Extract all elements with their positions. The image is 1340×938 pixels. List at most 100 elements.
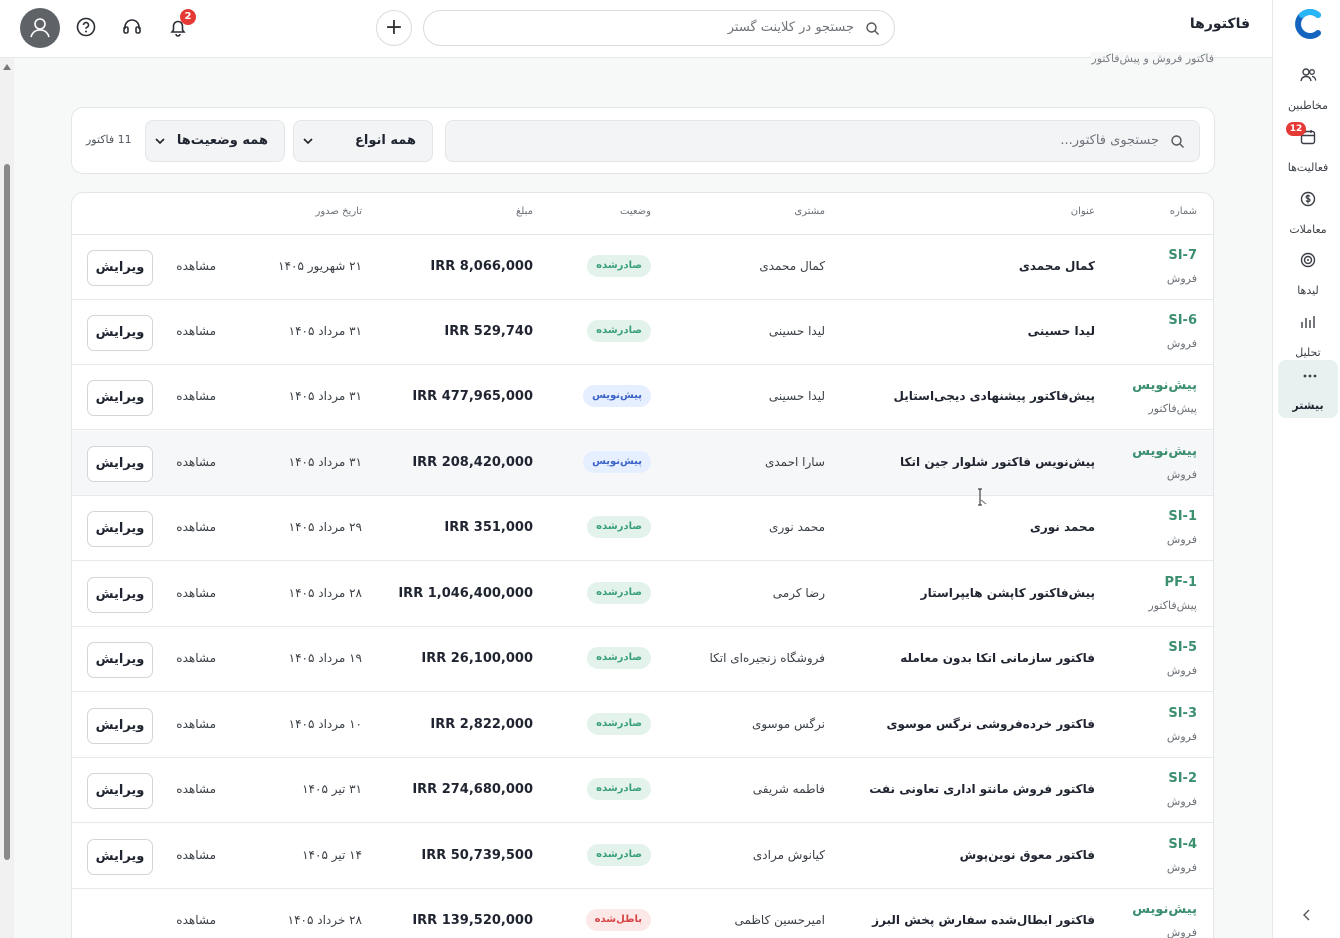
- view-link[interactable]: مشاهده: [176, 717, 216, 731]
- table-row[interactable]: SI-1 فروش محمد نوری محمد نوری صادرشده IR…: [72, 496, 1213, 561]
- edit-button[interactable]: ویرایش: [87, 708, 153, 744]
- invoice-type: فروش: [1166, 795, 1197, 808]
- chevron-down-icon: [155, 138, 165, 145]
- table-row[interactable]: پیش‌نویس پیش‌فاکتور پیش‌فاکتور پیشنهادی …: [72, 365, 1213, 430]
- invoice-title[interactable]: پیش‌نویس فاکتور شلوار جین اتکا: [900, 455, 1095, 469]
- invoice-date: ۲۸ خرداد ۱۴۰۵: [287, 913, 362, 927]
- edit-button[interactable]: ویرایش: [87, 577, 153, 613]
- chevron-left-icon[interactable]: [1300, 908, 1314, 922]
- top-bar: 2 + جستجو در کلاینت گستر فاکتورها: [0, 0, 1272, 58]
- status-select[interactable]: همه وضعیت‌ها: [145, 120, 285, 162]
- table-row[interactable]: SI-2 فروش فاکتور فروش مانتو اداری تعاونی…: [72, 758, 1213, 823]
- page-scrollbar[interactable]: [0, 58, 14, 938]
- invoice-type: فروش: [1166, 337, 1197, 350]
- invoice-amount: IRR 50,739,500: [421, 848, 533, 863]
- invoice-number[interactable]: SI-1: [1168, 509, 1197, 524]
- invoice-number[interactable]: پیش‌نویس: [1132, 444, 1197, 459]
- view-link[interactable]: مشاهده: [176, 848, 216, 862]
- sidebar-item-contacts[interactable]: مخاطبین: [1276, 60, 1340, 118]
- column-header-amount[interactable]: مبلغ: [516, 206, 533, 217]
- table-row[interactable]: SI-6 فروش لیدا حسینی لیدا حسینی صادرشده …: [72, 300, 1213, 365]
- invoice-number[interactable]: SI-4: [1168, 837, 1197, 852]
- invoice-amount: IRR 529,740: [444, 324, 533, 339]
- invoice-title[interactable]: کمال محمدی: [1019, 259, 1095, 273]
- invoice-number[interactable]: SI-7: [1168, 248, 1197, 263]
- breadcrumb[interactable]: فاکتور فروش و پیش‌فاکتور: [1091, 52, 1214, 65]
- invoice-number[interactable]: PF-1: [1165, 575, 1197, 590]
- edit-button[interactable]: ویرایش: [87, 642, 153, 678]
- invoice-date: ۳۱ تیر ۱۴۰۵: [302, 782, 362, 796]
- invoice-customer: محمد نوری: [769, 520, 825, 534]
- scrollbar-thumb[interactable]: [4, 164, 10, 860]
- view-link[interactable]: مشاهده: [176, 389, 216, 403]
- invoice-number[interactable]: SI-3: [1168, 706, 1197, 721]
- global-search-input[interactable]: جستجو در کلاینت گستر: [423, 10, 895, 46]
- user-avatar[interactable]: [20, 8, 60, 48]
- view-link[interactable]: مشاهده: [176, 782, 216, 796]
- type-select[interactable]: همه انواع: [293, 120, 433, 162]
- view-link[interactable]: مشاهده: [176, 455, 216, 469]
- invoice-title[interactable]: پیش‌فاکتور کاپشن هایپراستار: [921, 586, 1095, 600]
- view-link[interactable]: مشاهده: [176, 913, 216, 927]
- table-row[interactable]: SI-3 فروش فاکتور خرده‌فروشی نرگس موسوی ن…: [72, 693, 1213, 758]
- invoice-title[interactable]: فاکتور معوق نوین‌پوش: [960, 848, 1095, 862]
- invoice-title[interactable]: پیش‌فاکتور پیشنهادی دیجی‌استایل: [894, 389, 1095, 403]
- view-link[interactable]: مشاهده: [176, 324, 216, 338]
- search-icon: [866, 22, 879, 35]
- column-header-issue-date[interactable]: تاریخ صدور: [316, 206, 362, 217]
- sidebar-item-analytics[interactable]: تحلیل: [1276, 307, 1340, 365]
- status-badge: صادرشده: [587, 516, 651, 538]
- invoice-number[interactable]: SI-5: [1168, 640, 1197, 655]
- support-headset-icon[interactable]: [121, 16, 143, 38]
- edit-button[interactable]: ویرایش: [87, 315, 153, 351]
- invoice-title[interactable]: فاکتور خرده‌فروشی نرگس موسوی: [887, 717, 1095, 731]
- table-row[interactable]: SI-5 فروش فاکتور سازمانی اتکا بدون معامل…: [72, 627, 1213, 692]
- table-row[interactable]: PF-1 پیش‌فاکتور پیش‌فاکتور کاپشن هایپراس…: [72, 562, 1213, 627]
- view-link[interactable]: مشاهده: [176, 520, 216, 534]
- app-logo[interactable]: [1292, 8, 1324, 40]
- column-header-number[interactable]: شماره: [1170, 206, 1197, 217]
- invoice-number[interactable]: SI-6: [1168, 313, 1197, 328]
- table-row[interactable]: SI-4 فروش فاکتور معوق نوین‌پوش کیانوش مر…: [72, 824, 1213, 889]
- invoice-amount: IRR 2,822,000: [430, 717, 533, 732]
- invoice-search-input[interactable]: جستجوی فاکتور...: [445, 120, 1200, 162]
- invoice-number[interactable]: پیش‌نویس: [1132, 902, 1197, 917]
- type-select-value: همه انواع: [355, 133, 416, 148]
- status-badge: پیش‌نویس: [583, 385, 651, 407]
- edit-button[interactable]: ویرایش: [87, 446, 153, 482]
- view-link[interactable]: مشاهده: [176, 651, 216, 665]
- edit-button[interactable]: ویرایش: [87, 511, 153, 547]
- edit-button[interactable]: ویرایش: [87, 773, 153, 809]
- invoice-number[interactable]: SI-2: [1168, 771, 1197, 786]
- help-icon[interactable]: [75, 16, 97, 38]
- column-header-title[interactable]: عنوان: [1071, 206, 1095, 217]
- view-link[interactable]: مشاهده: [176, 259, 216, 273]
- invoice-number[interactable]: پیش‌نویس: [1132, 378, 1197, 393]
- invoice-title[interactable]: محمد نوری: [1030, 520, 1095, 534]
- invoice-date: ۲۱ شهریور ۱۴۰۵: [278, 259, 362, 273]
- sidebar-item-leads[interactable]: لیدها: [1276, 245, 1340, 303]
- table-row[interactable]: پیش‌نویس فروش فاکتور ابطال‌شده سفارش پخش…: [72, 889, 1213, 938]
- invoice-title[interactable]: لیدا حسینی: [1028, 324, 1095, 338]
- search-icon: [1171, 135, 1184, 148]
- sidebar-item-deals[interactable]: معاملات: [1276, 184, 1340, 242]
- add-button[interactable]: +: [376, 10, 412, 46]
- view-link[interactable]: مشاهده: [176, 586, 216, 600]
- table-row[interactable]: پیش‌نویس فروش پیش‌نویس فاکتور شلوار جین …: [72, 431, 1213, 496]
- column-header-customer[interactable]: مشتری: [794, 206, 825, 217]
- edit-button[interactable]: ویرایش: [87, 250, 153, 286]
- edit-button[interactable]: ویرایش: [87, 380, 153, 416]
- invoice-title[interactable]: فاکتور ابطال‌شده سفارش پخش البرز: [872, 913, 1095, 927]
- sidebar-item-more[interactable]: بیشتر: [1278, 360, 1338, 418]
- scroll-up-arrow-icon[interactable]: [3, 64, 11, 70]
- column-header-status[interactable]: وضعیت: [620, 206, 651, 217]
- table-row[interactable]: SI-7 فروش کمال محمدی کمال محمدی صادرشده …: [72, 235, 1213, 300]
- invoice-type: پیش‌فاکتور: [1148, 402, 1197, 415]
- invoice-title[interactable]: فاکتور سازمانی اتکا بدون معامله: [900, 651, 1095, 665]
- sidebar-item-activities[interactable]: 12 فعالیت‌ها: [1276, 122, 1340, 180]
- edit-button[interactable]: ویرایش: [87, 839, 153, 875]
- invoice-title[interactable]: فاکتور فروش مانتو اداری تعاونی نفت: [869, 782, 1095, 796]
- invoice-type: فروش: [1166, 468, 1197, 481]
- sidebar-item-label: تحلیل: [1295, 346, 1321, 359]
- more-icon: [1303, 374, 1317, 378]
